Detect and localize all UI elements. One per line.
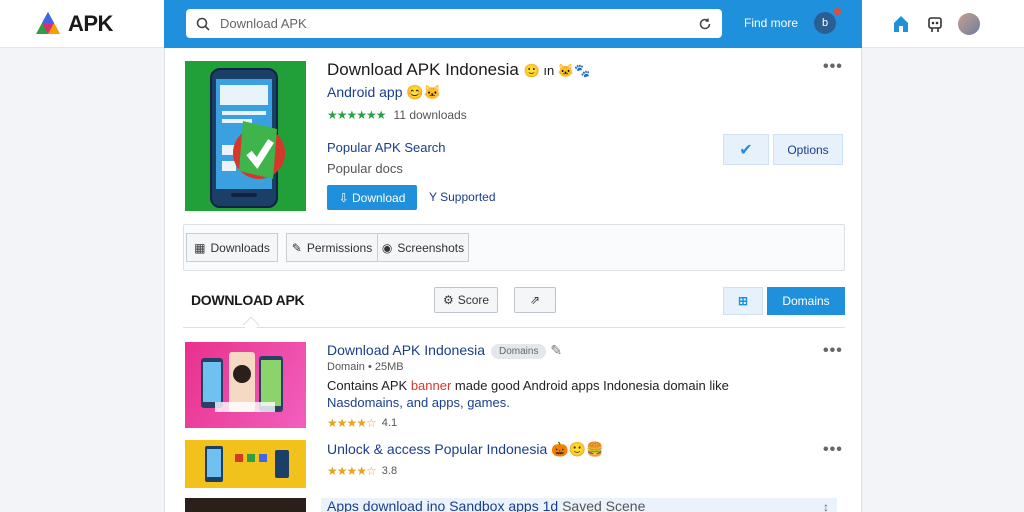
desc-part-b: made good Android apps Indonesia domain …: [451, 378, 729, 393]
app-thumbnail[interactable]: [185, 61, 306, 211]
supported-label: Y Supported: [429, 190, 496, 204]
list-item-rating: ★★★★☆ 4.1: [327, 416, 397, 430]
item-title-text: Apps download ino Sandbox apps 1d: [327, 498, 559, 512]
right-gutter: [862, 48, 1024, 512]
section-header: DOWNLOAD APK ⚙ Score ⇗ ⊞ Domains: [183, 277, 845, 334]
domains-button[interactable]: Domains: [767, 287, 845, 315]
search-input[interactable]: [220, 16, 698, 31]
grid-view-button[interactable]: ⊞: [723, 287, 763, 315]
hero-rating-count: 11 downloads: [393, 108, 467, 122]
search-icon: [196, 17, 210, 31]
hero-rating: ★★★★★★ 11 downloads: [327, 108, 467, 122]
downloads-label: Downloads: [210, 240, 270, 255]
phones-illustration: [205, 446, 289, 482]
more-options-icon[interactable]: •••: [823, 441, 843, 459]
check-icon: ✔: [739, 141, 753, 159]
section-caret: [242, 316, 260, 334]
check-button[interactable]: ✔: [723, 134, 769, 165]
list-item-thumbnail[interactable]: [185, 440, 306, 488]
download-button[interactable]: ⇩ Download: [327, 185, 417, 210]
hero-docs: Popular docs: [327, 161, 403, 176]
phone-illustration: [210, 68, 285, 208]
list-item-thumbnail[interactable]: [185, 498, 306, 512]
hero-title-text: Download APK Indonesia: [327, 60, 519, 79]
brand-name: APK: [68, 10, 113, 36]
item-title-text: Download APK Indonesia: [327, 342, 485, 358]
desc-part-a: Contains APK: [327, 378, 411, 393]
phones-illustration: [201, 352, 283, 412]
hero-title[interactable]: Download APK Indonesia 🙂 ın 🐱🐾: [327, 60, 590, 80]
home-icon[interactable]: [890, 13, 912, 35]
main-panel: Download APK Indonesia 🙂 ın 🐱🐾 Android a…: [164, 48, 862, 512]
item-title-emoji: 🎃🙂🍔: [551, 441, 604, 457]
sort-button[interactable]: ⚙ Score: [434, 287, 498, 313]
notification-dot: [834, 8, 841, 15]
desc-line2: Nasdomains, and apps, games.: [327, 395, 510, 410]
list-item-title[interactable]: Apps download ino Sandbox apps 1d Saved …: [321, 498, 837, 512]
item-badge: Domains: [491, 343, 547, 359]
avatar-initial: b: [821, 17, 829, 29]
grid-icon: ⊞: [737, 294, 749, 308]
downloads-button[interactable]: ▦ Downloads: [186, 233, 278, 262]
share-button[interactable]: ⇗: [514, 287, 556, 313]
downloads-icon: ▦: [194, 240, 206, 255]
list-item-title[interactable]: Unlock & access Popular Indonesia 🎃🙂🍔: [327, 441, 603, 458]
rating-value: 3.8: [381, 465, 398, 477]
hero-title-emoji: 🙂 ın 🐱🐾: [523, 63, 591, 78]
user-avatar[interactable]: [958, 13, 980, 35]
screenshots-label: Screenshots: [397, 240, 465, 255]
list-item-thumbnail[interactable]: [185, 342, 306, 428]
item-title-extra: Saved Scene: [562, 498, 646, 512]
sort-label: Score: [457, 293, 490, 307]
more-options-icon[interactable]: •••: [823, 342, 843, 360]
list-item-description: Contains APK banner made good Android ap…: [327, 377, 797, 411]
expand-icon[interactable]: ↕: [823, 500, 829, 512]
right-header: [862, 0, 1024, 48]
refresh-icon[interactable]: [698, 17, 712, 31]
left-gutter: [0, 48, 164, 512]
item-title-text: Unlock & access Popular Indonesia: [327, 441, 548, 457]
apk-logo-icon: [36, 11, 60, 34]
hero-subtitle[interactable]: Android app 😊🐱: [327, 84, 441, 101]
screenshots-button[interactable]: ◉ Screenshots: [377, 233, 469, 262]
desc-highlight: banner: [410, 378, 452, 393]
options-button[interactable]: Options: [773, 134, 843, 165]
permissions-label: Permissions: [306, 240, 373, 255]
list-item-rating: ★★★★☆ 3.8: [327, 464, 397, 478]
hero-link[interactable]: Popular APK Search: [327, 140, 446, 155]
account-avatar[interactable]: b: [814, 12, 836, 34]
camera-icon: ◉: [381, 240, 393, 255]
find-more-link[interactable]: Find more: [744, 16, 798, 30]
section-title: DOWNLOAD APK: [191, 292, 305, 308]
wrench-icon: ✎: [291, 240, 302, 255]
sort-icon: ⚙: [442, 293, 454, 307]
star-rating-icon: ★★★★☆: [327, 464, 377, 478]
list-item-meta: Domain • 25MB: [327, 361, 404, 373]
tool-row: ▦ Downloads ✎ Permissions ◉ Screenshots: [183, 224, 845, 271]
top-bar: Find more b: [164, 0, 862, 48]
star-rating-icon: ★★★★★★: [327, 108, 387, 122]
rating-value: 4.1: [381, 417, 398, 429]
brand-logo[interactable]: APK: [0, 0, 164, 48]
link-icon[interactable]: ✎: [550, 342, 562, 358]
more-options-icon[interactable]: •••: [823, 58, 843, 76]
star-rating-icon: ★★★★☆: [327, 416, 377, 430]
permissions-button[interactable]: ✎ Permissions: [286, 233, 378, 262]
list-item-title[interactable]: Download APK Indonesia Domains ✎: [327, 342, 562, 359]
search-bar[interactable]: [186, 9, 722, 38]
robot-icon[interactable]: [924, 13, 946, 35]
